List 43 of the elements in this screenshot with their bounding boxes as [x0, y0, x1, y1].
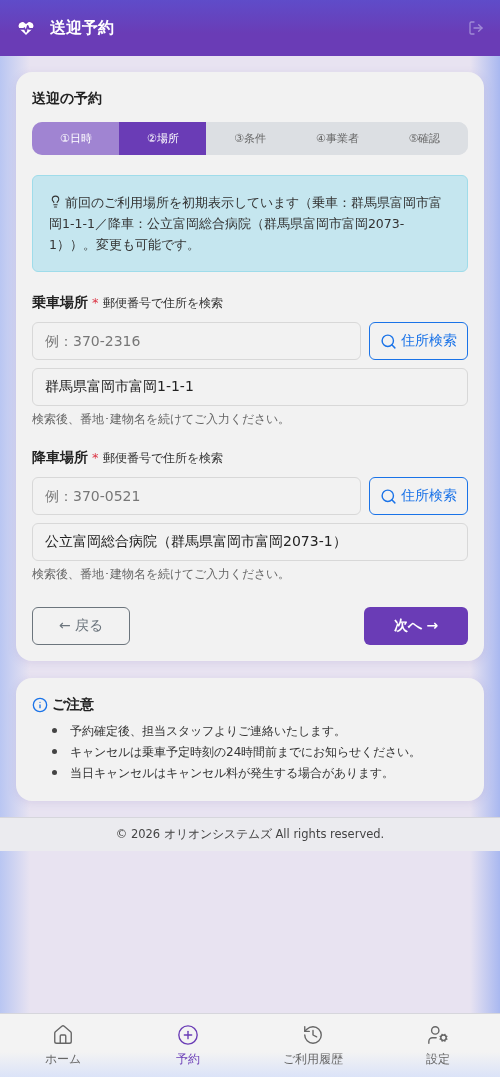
required-mark: * — [92, 295, 99, 310]
user-gear-icon — [426, 1023, 449, 1046]
address-field[interactable]: 公立富岡総合病院（群馬県富岡市富岡2073-1） — [32, 523, 468, 561]
address-search-button[interactable]: 住所検索 — [369, 477, 468, 515]
bullet-dot — [52, 749, 57, 754]
app-title: 送迎予約 — [50, 17, 115, 39]
next-button[interactable]: 次へ → — [364, 607, 468, 645]
postal-code-field[interactable]: 例：370-2316 — [32, 322, 361, 360]
clock-icon — [301, 1023, 324, 1046]
logout-icon[interactable] — [468, 20, 484, 36]
postal-code-field[interactable]: 例：370-0521 — [32, 477, 361, 515]
nav-item[interactable]: ホーム — [0, 1014, 125, 1077]
field-sublabel: 郵便番号で住所を検索 — [102, 450, 223, 467]
address-field[interactable]: 群馬県富岡市富岡1-1-1 — [32, 368, 468, 406]
copyright-footer: © 2026 オリオンシステムズ All rights reserved. — [0, 817, 500, 851]
step-tab[interactable]: ①日時 — [32, 122, 120, 155]
field-hint: 検索後、番地･建物名を続けてご入力ください。 — [32, 412, 291, 427]
required-mark: * — [92, 450, 99, 465]
bullet-dot — [52, 770, 57, 775]
search-icon — [380, 332, 397, 350]
notice-item: 予約確定後、担当スタッフよりご連絡いたします。 — [70, 722, 346, 739]
lightbulb-icon — [49, 195, 62, 208]
notice-item: キャンセルは乗車予定時刻の24時間前までにお知らせください。 — [70, 743, 422, 760]
notice-item: 当日キャンセルはキャンセル料が発生する場合があります。 — [70, 764, 394, 781]
field-sublabel: 郵便番号で住所を検索 — [102, 295, 223, 312]
back-button[interactable]: ← 戻る — [32, 607, 130, 645]
card-title: 送迎の予約 — [32, 90, 103, 108]
info-icon — [32, 697, 48, 713]
step-tab[interactable]: ②場所 — [119, 122, 207, 155]
home-icon — [51, 1023, 74, 1046]
plus-circle-icon — [176, 1023, 199, 1046]
heart-icon — [16, 18, 36, 38]
info-text: 前回のご利用場所を初期表示しています（乗車：群馬県富岡市富岡1-1-1／降車：公立富岡総合病院（群馬県富岡市富岡2073-1））。変更も可能です。 — [49, 194, 443, 254]
nav-item[interactable]: 予約 — [125, 1014, 250, 1077]
field-label: 降車場所 — [32, 449, 88, 467]
field-hint: 検索後、番地･建物名を続けてご入力ください。 — [32, 567, 291, 582]
notice-title: ご注意 — [52, 696, 94, 714]
field-label: 乗車場所 — [32, 294, 88, 312]
nav-item[interactable]: ご利用履歴 — [250, 1014, 375, 1077]
address-search-button[interactable]: 住所検索 — [369, 322, 468, 360]
nav-item[interactable]: 設定 — [375, 1014, 500, 1077]
bullet-dot — [52, 728, 57, 733]
search-icon — [380, 487, 397, 505]
